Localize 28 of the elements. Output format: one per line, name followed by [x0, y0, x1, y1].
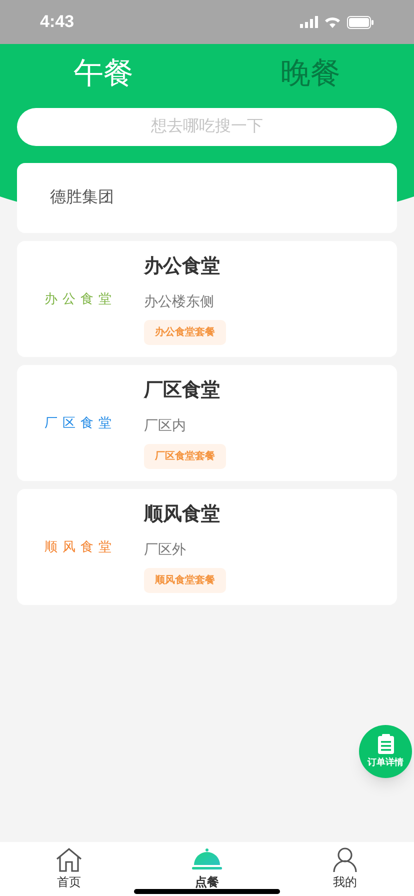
canteen-logo: 办公食堂: [44, 290, 116, 308]
canteen-location: 厂区外: [144, 540, 187, 560]
search-field[interactable]: 想去哪吃搜一下: [17, 108, 397, 146]
canteen-location: 办公楼东侧: [144, 292, 215, 312]
canteen-logo: 顺风食堂: [44, 538, 116, 556]
clipboard-icon: [376, 734, 394, 754]
set-meal-tag: 顺风食堂套餐: [144, 568, 226, 594]
wifi-icon: [324, 16, 341, 28]
canteen-name: 办公食堂: [144, 254, 221, 279]
canteen-card[interactable]: 厂区食堂 厂区食堂 厂区内 厂区食堂套餐: [17, 365, 397, 481]
canteen-name: 顺风食堂: [144, 502, 221, 527]
company-name: 德胜集团: [50, 188, 114, 208]
tab-bar-item[interactable]: 我的: [310, 847, 380, 891]
set-meal-tag: 办公食堂套餐: [144, 320, 226, 346]
set-meal-tag: 厂区食堂套餐: [144, 444, 226, 470]
battery-icon: [347, 16, 374, 28]
canteen-card[interactable]: 顺风食堂 顺风食堂 厂区外 顺风食堂套餐: [17, 489, 397, 605]
person-icon: [332, 847, 358, 873]
canteen-name: 厂区食堂: [144, 378, 221, 403]
canteen-location: 厂区内: [144, 416, 187, 436]
tab-bar-item[interactable]: 点餐: [172, 847, 242, 891]
company-card[interactable]: 德胜集团: [17, 163, 397, 233]
home-icon: [55, 847, 83, 873]
canteen-card[interactable]: 办公食堂 办公食堂 办公楼东侧 办公食堂套餐: [17, 241, 397, 357]
status-time: 4:43: [40, 11, 74, 34]
canteen-logo: 厂区食堂: [44, 414, 116, 432]
signal-icon: [300, 16, 318, 28]
tab-bar-item[interactable]: 首页: [34, 847, 104, 891]
